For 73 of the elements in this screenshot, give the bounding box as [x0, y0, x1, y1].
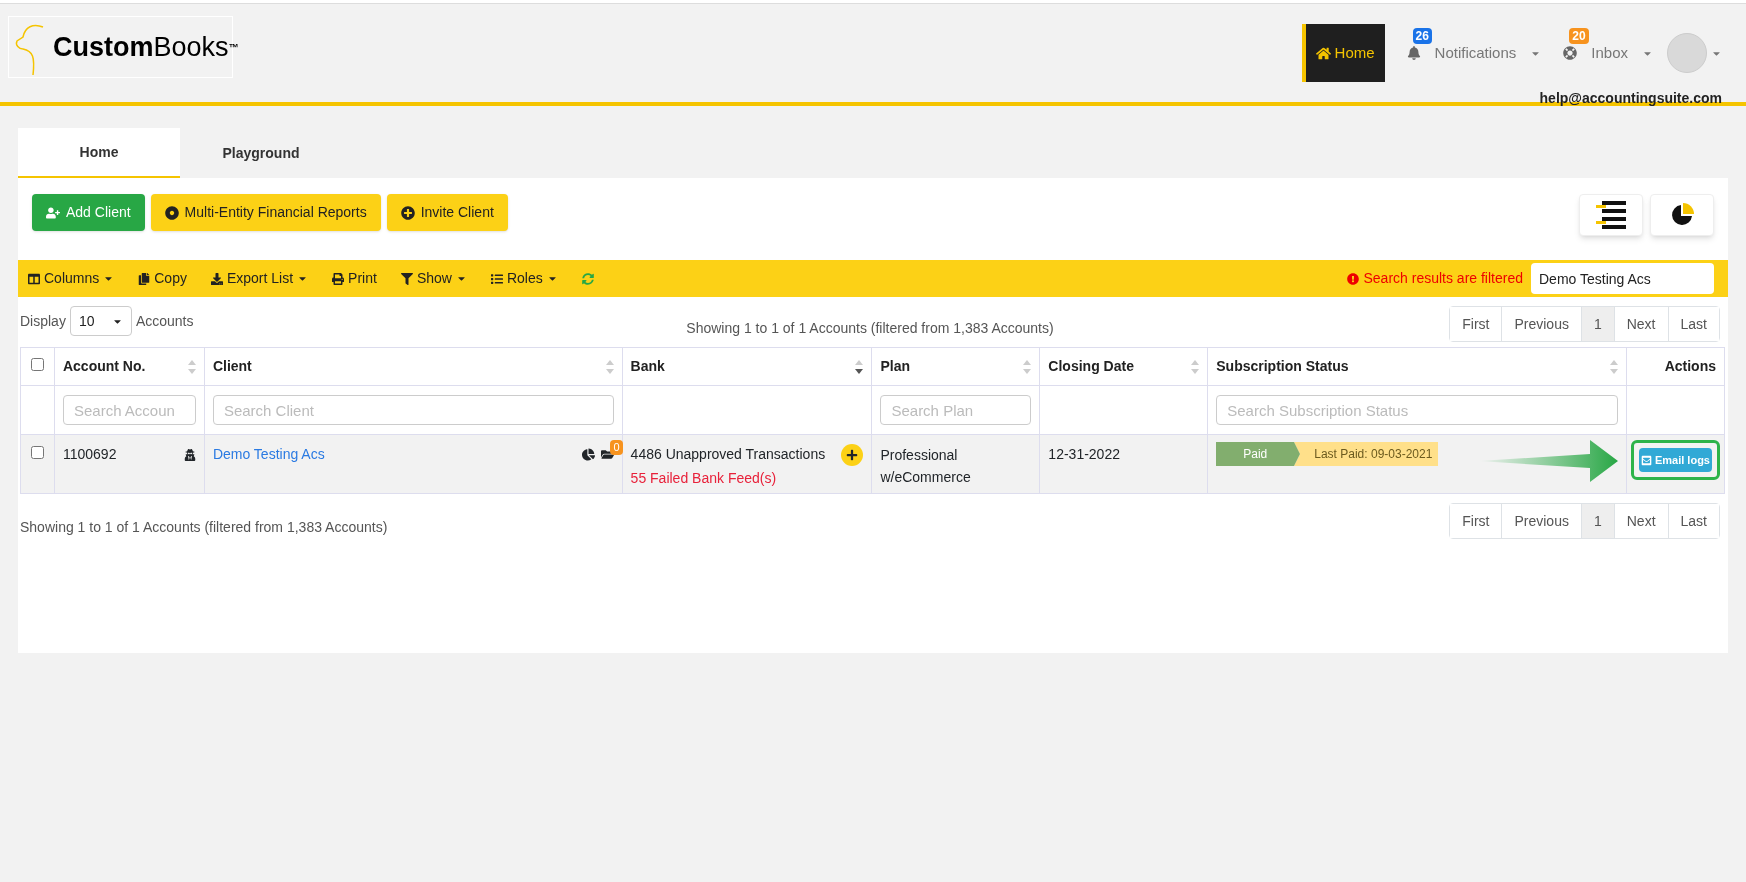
chevron-icon	[1294, 442, 1309, 466]
column-filter-field[interactable]: Search Accoun	[62, 395, 196, 425]
list-icon	[490, 272, 503, 285]
client-link[interactable]: Demo Testing Acs	[212, 444, 325, 465]
pagination-button[interactable]: 1	[1580, 504, 1614, 538]
tab[interactable]: Home	[18, 128, 180, 178]
action-button[interactable]: Multi-Entity Financial Reports	[150, 194, 381, 231]
home-nav-button[interactable]: Home	[1301, 24, 1385, 82]
column-header: Plan	[880, 357, 910, 376]
download-icon	[210, 272, 223, 285]
filter-icon	[400, 272, 413, 285]
user-email: help@accountingsuite.com	[1539, 89, 1722, 108]
failed-feeds: 55 Failed Bank Feed(s)	[630, 469, 778, 488]
toolbar-button[interactable]: Print	[332, 268, 377, 289]
add-button[interactable]	[841, 444, 864, 466]
stacked-bars-icon	[1596, 201, 1626, 229]
column-header: Client	[212, 357, 252, 376]
pie-chart-icon	[1669, 202, 1695, 228]
results-info: Showing 1 to 1 of 1 Accounts (filtered from 1,383 Accounts)	[20, 517, 388, 537]
column-header: Closing Date	[1048, 357, 1134, 376]
column-filter-field[interactable]: Search Subscription Status	[1216, 395, 1618, 425]
bell-icon	[1406, 46, 1421, 60]
refresh-icon	[581, 272, 594, 285]
column-header: Subscription Status	[1216, 357, 1349, 376]
user-plus-icon	[46, 205, 60, 220]
column-header: Bank	[630, 357, 665, 376]
home-icon	[1315, 45, 1331, 61]
pagination-button[interactable]: Last	[1667, 504, 1719, 538]
copy-icon	[138, 272, 151, 285]
display-suffix: Accounts	[135, 311, 194, 331]
results-info: Showing 1 to 1 of 1 Accounts (filtered from 1,383 Accounts)	[686, 319, 1054, 338]
closing-date: 12-31-2022	[1048, 446, 1120, 462]
warning-icon	[1347, 272, 1360, 285]
count-badge: 20	[1569, 27, 1589, 44]
select-all-checkbox[interactable]	[31, 358, 44, 371]
action-button[interactable]: Invite Client	[386, 194, 508, 231]
folder-icon[interactable]	[600, 448, 614, 461]
logo-text: CustomBooks$^{™}$	[53, 30, 239, 64]
row-checkbox[interactable]	[31, 446, 44, 459]
account-number: 1100692	[62, 445, 117, 464]
nav-dropdown[interactable]: Inbox	[1563, 41, 1653, 65]
toolbar-button[interactable]: Roles	[490, 268, 558, 289]
search-field[interactable]: Demo Testing Acs	[1531, 263, 1714, 294]
plan-name: Professional w/eCommerce	[880, 446, 972, 487]
column-filter-field[interactable]: Search Plan	[880, 395, 1032, 425]
nav-dropdown[interactable]: Notifications	[1406, 41, 1542, 65]
lifebuoy-icon	[1563, 46, 1578, 60]
target-icon	[164, 205, 179, 220]
display-label: Display	[20, 311, 66, 331]
toolbar-button[interactable]: Show	[400, 268, 467, 289]
tab[interactable]: Playground	[180, 128, 342, 178]
count-badge: 0	[610, 440, 623, 455]
pagination-button[interactable]: Last	[1667, 307, 1719, 341]
list-view-button[interactable]	[1579, 194, 1643, 236]
filter-warning: Search results are filtered	[1347, 268, 1523, 289]
page-size-select[interactable]: 10	[69, 306, 132, 336]
toolbar-button[interactable]: Export List	[210, 268, 309, 289]
columns-icon	[28, 272, 40, 285]
sort-icon[interactable]	[855, 359, 864, 374]
toolbar-button[interactable]: Columns	[28, 268, 115, 289]
count-badge: 26	[1412, 27, 1432, 44]
toolbar-button[interactable]: Copy	[138, 268, 187, 289]
pagination-button[interactable]: 1	[1580, 307, 1614, 341]
envelope-icon	[1640, 454, 1652, 466]
column-filter-field[interactable]: Search Client	[212, 395, 614, 425]
chart-view-button[interactable]	[1650, 194, 1714, 236]
print-icon	[332, 272, 345, 285]
unapproved-transactions: 4486 Unapproved Transactions	[630, 445, 826, 464]
column-header: Account No.	[62, 357, 146, 376]
incognito-icon	[183, 448, 196, 461]
column-header: Actions	[1664, 357, 1716, 376]
pie-chart-icon[interactable]	[581, 448, 595, 461]
plus-icon	[846, 449, 859, 461]
